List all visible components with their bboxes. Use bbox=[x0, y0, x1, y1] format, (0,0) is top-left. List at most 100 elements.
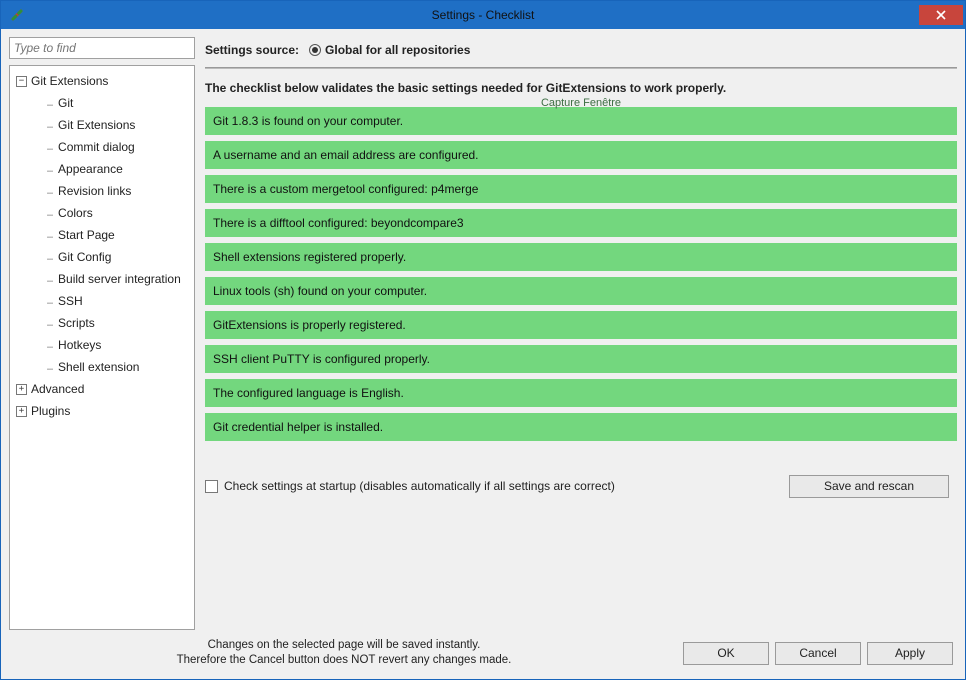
tree-item-revision-links[interactable]: … Revision links bbox=[12, 180, 192, 202]
check-row: The configured language is English. bbox=[205, 379, 957, 407]
tree-item-git-extensions[interactable]: −Git Extensions bbox=[12, 70, 192, 92]
radio-icon bbox=[309, 44, 321, 56]
tree-item-git-extensions[interactable]: … Git Extensions bbox=[12, 114, 192, 136]
check-startup-checkbox[interactable] bbox=[205, 480, 218, 493]
tree-item-label: Appearance bbox=[58, 162, 123, 176]
search-input[interactable] bbox=[9, 37, 195, 59]
tree-leaf-dots-icon: … bbox=[47, 120, 54, 131]
footer: Changes on the selected page will be sav… bbox=[9, 630, 957, 671]
tree-item-plugins[interactable]: + Plugins bbox=[12, 400, 192, 422]
collapse-icon[interactable]: − bbox=[16, 76, 27, 87]
check-text: Linux tools (sh) found on your computer. bbox=[213, 284, 427, 298]
check-row: Shell extensions registered properly. bbox=[205, 243, 957, 271]
tree-item-label: SSH bbox=[58, 294, 83, 308]
tree-item-label: Commit dialog bbox=[58, 140, 135, 154]
check-text: A username and an email address are conf… bbox=[213, 148, 479, 162]
check-row: There is a custom mergetool configured: … bbox=[205, 175, 957, 203]
tree-item-commit-dialog[interactable]: … Commit dialog bbox=[12, 136, 192, 158]
tree-leaf-dots-icon: … bbox=[47, 274, 54, 285]
save-rescan-button[interactable]: Save and rescan bbox=[789, 475, 949, 498]
tree-item-advanced[interactable]: + Advanced bbox=[12, 378, 192, 400]
tree-leaf-dots-icon: … bbox=[47, 208, 54, 219]
expand-icon[interactable]: + bbox=[16, 384, 27, 395]
tree-item-build-server-integration[interactable]: … Build server integration bbox=[12, 268, 192, 290]
footer-notes: Changes on the selected page will be sav… bbox=[13, 638, 675, 669]
tree-item-shell-extension[interactable]: … Shell extension bbox=[12, 356, 192, 378]
expand-icon[interactable]: + bbox=[16, 406, 27, 417]
tree-item-colors[interactable]: … Colors bbox=[12, 202, 192, 224]
tree-item-label: Colors bbox=[58, 206, 93, 220]
tree-item-git[interactable]: … Git bbox=[12, 92, 192, 114]
close-button[interactable] bbox=[919, 5, 963, 25]
tree-item-label: Shell extension bbox=[58, 360, 139, 374]
check-row: There is a difftool configured: beyondco… bbox=[205, 209, 957, 237]
tree-leaf-dots-icon: … bbox=[47, 186, 54, 197]
checklist-intro: The checklist below validates the basic … bbox=[205, 81, 957, 95]
tree-item-start-page[interactable]: … Start Page bbox=[12, 224, 192, 246]
tree-item-hotkeys[interactable]: … Hotkeys bbox=[12, 334, 192, 356]
check-text: Git 1.8.3 is found on your computer. bbox=[213, 114, 403, 128]
tree-leaf-dots-icon: … bbox=[47, 164, 54, 175]
app-icon bbox=[9, 7, 25, 23]
tree-leaf-dots-icon: … bbox=[47, 230, 54, 241]
check-text: There is a difftool configured: beyondco… bbox=[213, 216, 464, 230]
tree-leaf-dots-icon: … bbox=[47, 98, 54, 109]
check-text: GitExtensions is properly registered. bbox=[213, 318, 406, 332]
tree-item-appearance[interactable]: … Appearance bbox=[12, 158, 192, 180]
apply-button[interactable]: Apply bbox=[867, 642, 953, 665]
tree-leaf-dots-icon: … bbox=[47, 362, 54, 373]
check-row: GitExtensions is properly registered. bbox=[205, 311, 957, 339]
check-row: SSH client PuTTY is configured properly. bbox=[205, 345, 957, 373]
tree-item-label: Git Config bbox=[58, 250, 111, 264]
tree-item-label: Scripts bbox=[58, 316, 95, 330]
settings-source-row: Settings source: Global for all reposito… bbox=[205, 37, 957, 67]
tree-leaf-dots-icon: … bbox=[47, 296, 54, 307]
tree-item-label: Plugins bbox=[31, 404, 70, 418]
tree-leaf-dots-icon: … bbox=[47, 318, 54, 329]
client-area: −Git Extensions…Git…Git Extensions…Commi… bbox=[1, 29, 965, 679]
footer-note-2: Therefore the Cancel button does NOT rev… bbox=[13, 653, 675, 669]
check-text: There is a custom mergetool configured: … bbox=[213, 182, 478, 196]
check-text: Git credential helper is installed. bbox=[213, 420, 383, 434]
tree-item-scripts[interactable]: … Scripts bbox=[12, 312, 192, 334]
check-row: Git 1.8.3 is found on your computer. bbox=[205, 107, 957, 135]
tree-item-git-config[interactable]: … Git Config bbox=[12, 246, 192, 268]
footer-buttons: OK Cancel Apply bbox=[683, 642, 953, 665]
sidebar: −Git Extensions…Git…Git Extensions…Commi… bbox=[9, 37, 195, 630]
tree-item-label: Hotkeys bbox=[58, 338, 101, 352]
tree-item-label: Revision links bbox=[58, 184, 131, 198]
tree-leaf-dots-icon: … bbox=[47, 252, 54, 263]
window-title: Settings - Checklist bbox=[1, 8, 965, 22]
tree-item-label: Git Extensions bbox=[31, 74, 108, 88]
source-global-radio[interactable]: Global for all repositories bbox=[309, 43, 470, 57]
check-row: Linux tools (sh) found on your computer. bbox=[205, 277, 957, 305]
tree-leaf-dots-icon: … bbox=[47, 142, 54, 153]
startup-row: Check settings at startup (disables auto… bbox=[205, 479, 957, 493]
tree-item-label: Git Extensions bbox=[58, 118, 135, 132]
cancel-button[interactable]: Cancel bbox=[775, 642, 861, 665]
close-icon bbox=[936, 10, 946, 20]
check-row: Git credential helper is installed. bbox=[205, 413, 957, 441]
tree-item-ssh[interactable]: … SSH bbox=[12, 290, 192, 312]
check-startup-label: Check settings at startup (disables auto… bbox=[224, 479, 615, 493]
tree-item-label: Advanced bbox=[31, 382, 84, 396]
tree-item-label: Start Page bbox=[58, 228, 115, 242]
divider bbox=[205, 67, 957, 69]
body-area: −Git Extensions…Git…Git Extensions…Commi… bbox=[9, 37, 957, 630]
check-text: SSH client PuTTY is configured properly. bbox=[213, 352, 430, 366]
check-row: A username and an email address are conf… bbox=[205, 141, 957, 169]
tree-leaf-dots-icon: … bbox=[47, 340, 54, 351]
settings-source-label: Settings source: bbox=[205, 43, 299, 57]
ok-button[interactable]: OK bbox=[683, 642, 769, 665]
settings-window: Settings - Checklist −Git Extensions…Git… bbox=[0, 0, 966, 680]
tree-item-label: Build server integration bbox=[58, 272, 181, 286]
check-text: The configured language is English. bbox=[213, 386, 404, 400]
source-global-label: Global for all repositories bbox=[325, 43, 470, 57]
settings-tree[interactable]: −Git Extensions…Git…Git Extensions…Commi… bbox=[9, 65, 195, 630]
check-text: Shell extensions registered properly. bbox=[213, 250, 406, 264]
main-panel: Settings source: Global for all reposito… bbox=[205, 37, 957, 630]
footer-note-1: Changes on the selected page will be sav… bbox=[13, 638, 675, 654]
tree-item-label: Git bbox=[58, 96, 73, 110]
checklist: Git 1.8.3 is found on your computer. A us… bbox=[205, 107, 957, 447]
titlebar: Settings - Checklist bbox=[1, 1, 965, 29]
